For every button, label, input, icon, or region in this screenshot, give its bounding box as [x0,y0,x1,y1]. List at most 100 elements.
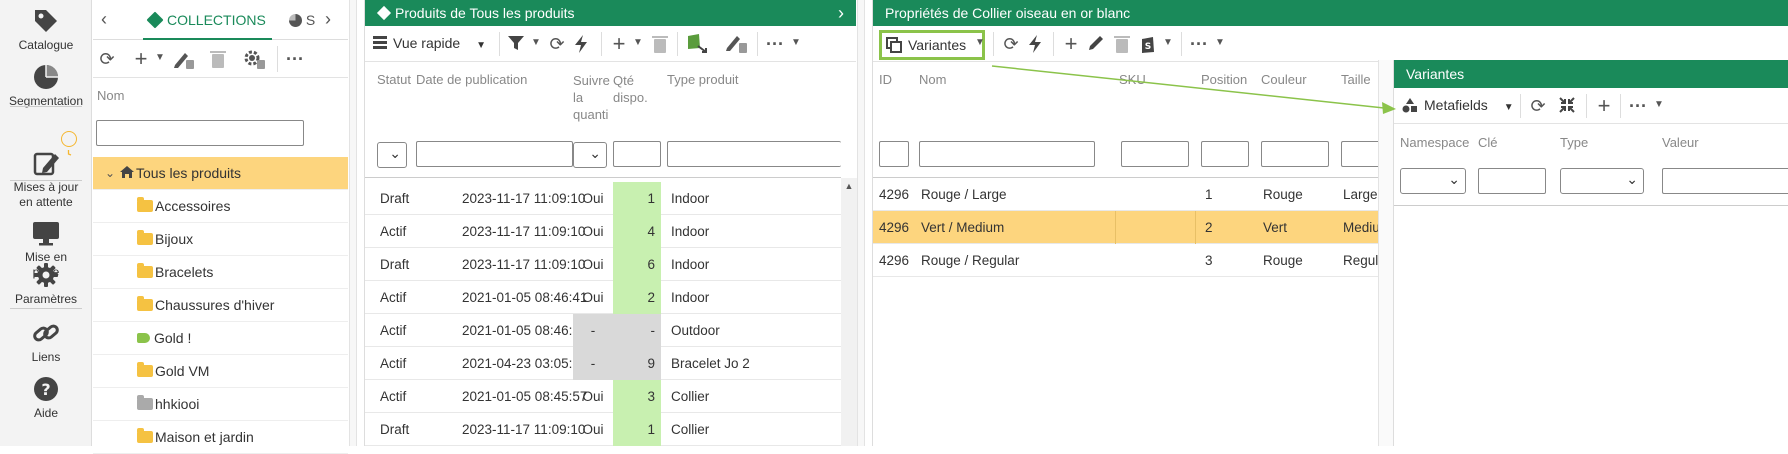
table-row[interactable]: Actif 2021-01-05 08:46:41 Oui 2 Indoor [365,281,841,314]
tab-collections[interactable]: COLLECTIONS [143,0,272,40]
delete-icon[interactable] [1113,34,1133,54]
filter-couleur-input[interactable] [1261,141,1329,167]
filter-id-input[interactable] [879,141,909,167]
chevron-right-icon[interactable]: › [325,9,331,30]
table-row[interactable]: Draft 2023-11-17 11:09:10 Oui 1 Indoor [365,182,841,215]
scroll-up-icon[interactable]: ▲ [841,178,857,191]
column-header-taille[interactable]: Taille [1341,72,1371,87]
caret-down-icon[interactable]: ▼ [1163,37,1173,49]
delete-icon[interactable] [209,49,229,69]
column-header-namespace[interactable]: Namespace [1400,135,1469,150]
compress-icon[interactable] [1558,96,1578,116]
column-header-type[interactable]: Type [1560,135,1588,150]
filter-nom-input[interactable] [919,141,1095,167]
filter-type-input[interactable] [667,141,841,167]
table-row[interactable]: 4296 Rouge / Regular 3 Rouge Regular [873,244,1378,277]
table-row[interactable]: Actif 2021-04-23 03:05:59 - 9 Bracelet J… [365,347,841,380]
caret-down-icon[interactable]: ▼ [633,37,643,49]
pencil-icon[interactable] [1087,34,1107,54]
refresh-icon[interactable]: ⟳ [547,34,567,54]
filter-sku-input[interactable] [1121,141,1189,167]
rail-item-links[interactable]: Liens [0,318,92,365]
variantes-tab-highlight[interactable]: Variantes [879,30,985,60]
filter-icon[interactable] [507,34,527,54]
caret-down-icon[interactable]: ▼ [791,37,801,49]
filter-statut-select[interactable] [377,142,407,168]
caret-down-icon[interactable]: ▼ [975,37,985,49]
refresh-icon[interactable]: ⟳ [1001,34,1021,54]
more-icon[interactable]: ··· [285,49,305,69]
products-scrollbar[interactable]: ▲ [841,178,857,446]
tab-segments[interactable]: S [289,12,315,28]
filter-date-input[interactable] [416,141,573,167]
filter-qty-input[interactable] [613,141,661,167]
table-row[interactable]: Actif 2023-11-17 11:09:10 Oui 4 Indoor [365,215,841,248]
lightning-icon[interactable] [1027,34,1047,54]
filter-cle-input[interactable] [1478,168,1546,194]
tree-item[interactable]: Maison et jardin [93,421,348,454]
caret-down-icon[interactable]: ▼ [1215,37,1225,49]
table-row[interactable]: Draft 2023-11-17 11:09:10 Oui 6 Indoor [365,248,841,281]
gear-price-icon[interactable] [243,49,265,69]
shopify-icon[interactable]: S [1139,34,1159,54]
tree-item[interactable]: Bracelets [93,256,348,289]
add-icon[interactable]: + [131,48,151,70]
chevron-right-icon[interactable]: › [838,0,844,26]
column-header-qty[interactable]: Qté dispo. [613,72,648,106]
rail-item-catalogue[interactable]: Catalogue [0,6,92,53]
table-row[interactable]: 4296 Rouge / Large 1 Rouge Large [873,178,1378,211]
rail-item-settings[interactable]: Paramètres [0,260,92,307]
column-header-suivre[interactable]: Suivre la quanti [573,72,613,126]
tree-item[interactable]: Accessoires [93,190,348,223]
tree-item-root[interactable]: ⌄ Tous les produits [93,157,348,190]
column-header-position[interactable]: Position [1201,72,1247,87]
chevron-left-icon[interactable]: ‹ [101,9,107,30]
table-row-selected[interactable]: 4296 Vert / Medium 2 Vert Medium [873,211,1378,244]
caret-down-icon[interactable]: ▼ [155,52,165,64]
refresh-icon[interactable]: ⟳ [1528,96,1548,116]
filter-valeur-input[interactable] [1662,168,1788,194]
view-selector[interactable]: Vue rapide ▼ [373,35,486,51]
table-row[interactable]: Actif 2021-01-05 08:46:38 - - Outdoor [365,314,841,347]
table-row[interactable]: Actif 2021-01-05 08:45:57 Oui 3 Collier [365,380,841,413]
rail-item-segmentation[interactable]: Segmentation [0,62,92,109]
caret-down-icon[interactable]: ▼ [531,37,541,49]
tree-item[interactable]: Gold VM [93,355,348,388]
filter-taille-input[interactable] [1341,141,1381,167]
filter-suivre-select[interactable] [573,142,607,168]
tree-item[interactable]: Chaussures d'hiver [93,289,348,322]
column-header-cle[interactable]: Clé [1478,135,1498,150]
panel-splitter[interactable] [857,0,865,446]
refresh-icon[interactable]: ⟳ [97,49,117,69]
column-header-sku[interactable]: SKU [1119,72,1146,87]
add-icon[interactable]: + [1061,33,1081,55]
more-icon[interactable]: ··· [1189,34,1209,54]
filter-type-select[interactable] [1560,168,1644,194]
filter-namespace-select[interactable] [1400,168,1466,194]
tree-item[interactable]: hhkiooi [93,388,348,421]
lightning-icon[interactable] [573,34,593,54]
column-header-id[interactable]: ID [879,72,892,87]
filter-position-input[interactable] [1201,141,1249,167]
edit-price-icon[interactable] [173,49,194,69]
column-header-type[interactable]: Type produit [667,72,739,87]
panel-splitter[interactable] [349,0,357,446]
caret-down-icon[interactable]: ▼ [1654,99,1664,111]
column-header-date[interactable]: Date de publication [416,72,527,87]
tree-item[interactable]: Bijoux [93,223,348,256]
edit-price-icon[interactable] [725,32,749,53]
table-row[interactable]: Draft 2023-11-17 11:09:10 Oui 1 Collier [365,413,841,446]
more-icon[interactable]: ··· [1628,96,1648,116]
tree-item[interactable]: Gold ! [93,322,348,355]
column-header-couleur[interactable]: Couleur [1261,72,1307,87]
add-icon[interactable]: + [1594,95,1614,117]
collection-search-input[interactable] [96,120,304,146]
more-icon[interactable]: ··· [765,34,785,54]
delete-icon[interactable] [651,34,671,54]
column-header-nom[interactable]: Nom [919,72,946,87]
column-header-statut[interactable]: Statut [377,72,411,87]
variants-scrollbar[interactable] [1378,60,1393,446]
column-header-valeur[interactable]: Valeur [1662,135,1699,150]
metafields-selector[interactable]: Metafields ▼ [1402,97,1514,113]
add-icon[interactable]: + [609,33,629,55]
